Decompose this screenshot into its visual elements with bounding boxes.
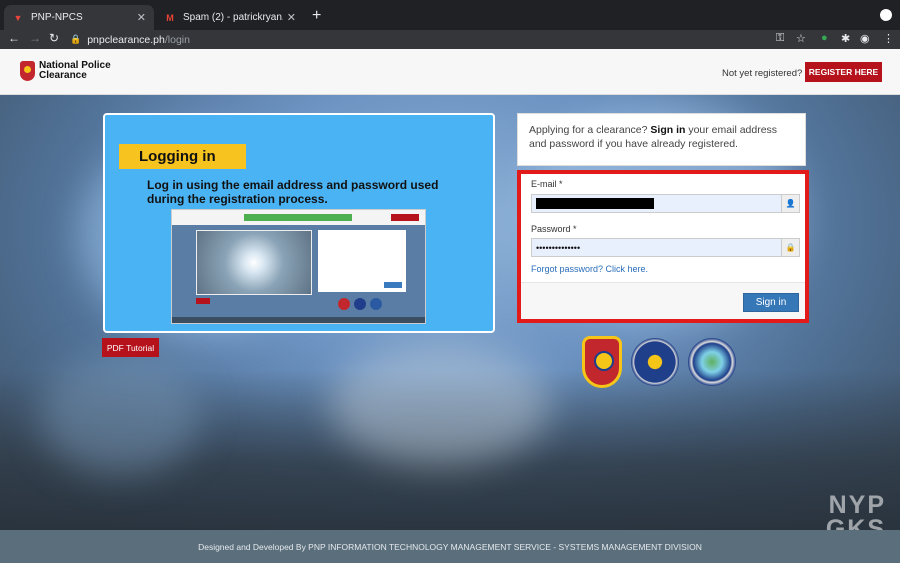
- site-footer: Designed and Developed By PNP INFORMATIO…: [0, 530, 900, 563]
- tutorial-screenshot: [171, 209, 426, 324]
- profile-icon[interactable]: [880, 9, 892, 21]
- pnp-badge-icon: [20, 61, 35, 81]
- not-registered-text: Not yet registered?: [722, 68, 803, 79]
- tab-pnp-npcs[interactable]: ▼ PNP-NPCS ✕: [4, 5, 154, 30]
- form-footer: Sign in: [521, 282, 805, 319]
- browser-tab-bar: ▼ PNP-NPCS ✕ M Spam (2) - patrickryan.ca…: [0, 0, 900, 30]
- user-icon: 👤: [781, 195, 799, 212]
- avatar-icon[interactable]: ◉: [860, 32, 870, 45]
- site-logo[interactable]: National Police Clearance: [20, 61, 119, 81]
- pnp-favicon-icon: ▼: [13, 12, 23, 23]
- tutorial-card: Logging in Log in using the email addres…: [103, 113, 495, 333]
- pnp-seal-icon: [582, 336, 622, 388]
- department-seal-icon: [688, 338, 736, 386]
- lock-icon: 🔒: [70, 34, 82, 44]
- tab-gmail[interactable]: M Spam (2) - patrickryan.canete ✕: [156, 5, 304, 30]
- tutorial-description: Log in using the email address and passw…: [147, 178, 439, 206]
- password-field[interactable]: [532, 239, 780, 256]
- reload-icon[interactable]: ↻: [49, 31, 59, 45]
- gmail-favicon-icon: M: [166, 12, 174, 23]
- menu-icon[interactable]: ⋮: [883, 32, 894, 45]
- forward-icon[interactable]: →: [29, 31, 41, 45]
- register-button[interactable]: REGISTER HERE: [805, 62, 882, 82]
- password-field-wrapper: 🔒: [531, 238, 800, 257]
- close-tab-icon[interactable]: ✕: [287, 11, 296, 24]
- url-field[interactable]: 🔒 pnpclearance.ph/login: [70, 32, 850, 47]
- login-intro: Applying for a clearance? Sign in your e…: [517, 113, 806, 166]
- login-form: E-mail * 👤 Password * 🔒 Forgot password?…: [517, 170, 809, 323]
- email-redaction: [536, 198, 654, 209]
- url-host: pnpclearance.ph: [87, 33, 165, 46]
- tab-title: Spam (2) - patrickryan.canete: [183, 12, 283, 23]
- back-icon[interactable]: ←: [8, 31, 20, 45]
- close-tab-icon[interactable]: ✕: [137, 11, 146, 24]
- lock-icon: 🔒: [781, 239, 799, 256]
- new-tab-icon[interactable]: +: [312, 7, 321, 25]
- url-path: /login: [164, 33, 190, 46]
- sign-in-button[interactable]: Sign in: [743, 293, 799, 312]
- address-bar: ← → ↻ 🔒 pnpclearance.ph/login ⚿ ☆ ● ✱ ◉ …: [0, 30, 900, 49]
- logo-text: National Police Clearance: [39, 60, 111, 81]
- email-field-wrapper: 👤: [531, 194, 800, 213]
- tab-title: PNP-NPCS: [31, 12, 83, 23]
- tutorial-badge: Logging in: [119, 144, 246, 169]
- star-icon[interactable]: ☆: [796, 32, 806, 45]
- key-icon[interactable]: ⚿: [776, 32, 784, 45]
- site-header: National Police Clearance Not yet regist…: [0, 49, 900, 95]
- grammarly-icon[interactable]: ●: [821, 32, 828, 44]
- password-label: Password *: [531, 224, 577, 234]
- forgot-password-link[interactable]: Forgot password? Click here.: [531, 264, 648, 274]
- pdf-tutorial-button[interactable]: PDF Tutorial: [102, 338, 159, 357]
- footer-text: Designed and Developed By PNP INFORMATIO…: [198, 541, 702, 552]
- intro-text: Applying for a clearance?: [529, 124, 648, 136]
- extensions-icon[interactable]: ✱: [841, 32, 850, 45]
- email-label: E-mail *: [531, 179, 563, 189]
- government-seal-icon: [631, 338, 679, 386]
- intro-signin-text: Sign in: [650, 124, 686, 136]
